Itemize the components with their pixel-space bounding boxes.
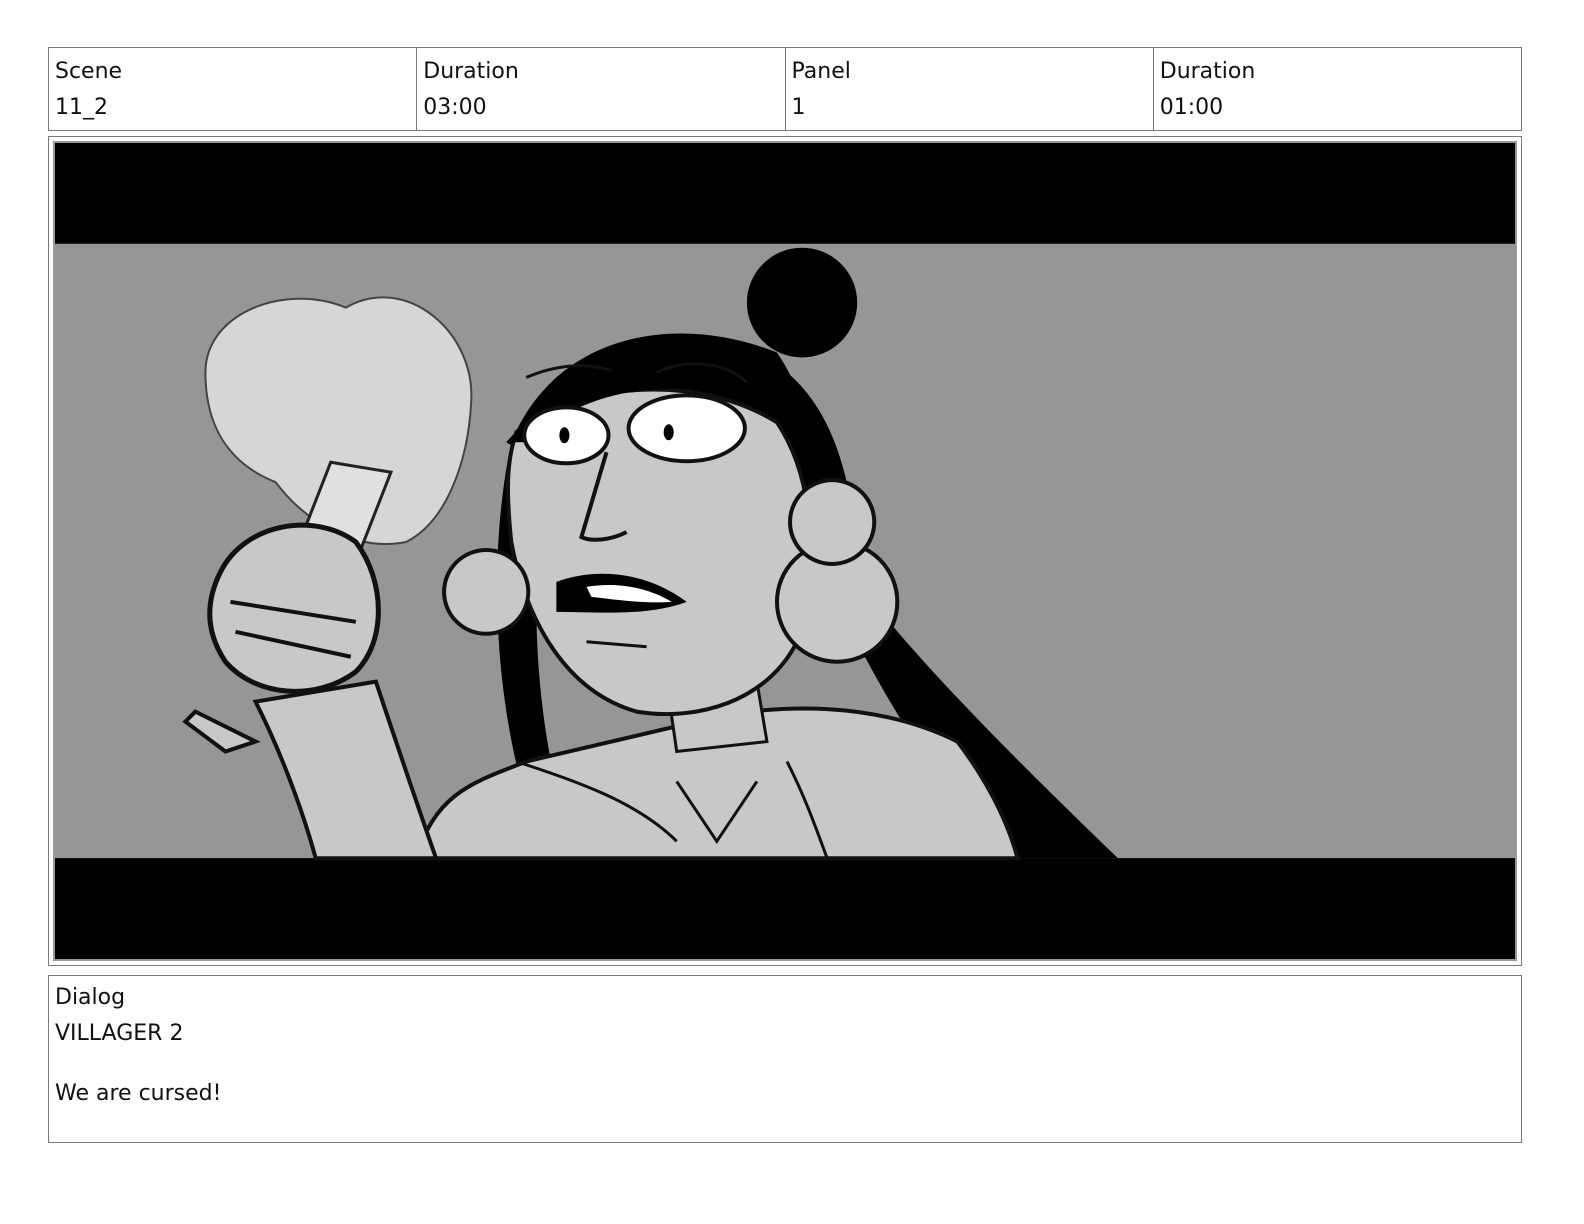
scene-cell: Scene 11_2 [49,48,418,130]
panel-sketch [55,143,1515,959]
scene-value: 11_2 [55,95,108,120]
dialog-box: Dialog VILLAGER 2 We are cursed! [48,975,1522,1143]
scene-label: Scene [55,59,123,84]
earring-left [442,548,531,636]
dialog-speaker: VILLAGER 2 [55,1021,184,1046]
ear-right [788,478,877,566]
panel-cell: Panel 1 [786,48,1154,130]
storyboard-panel-frame [48,136,1522,966]
panel-label: Panel [791,59,851,84]
scene-duration-value: 03:00 [423,95,487,120]
panel-info-table: Scene 11_2 Duration 03:00 Panel 1 Durati… [48,47,1522,131]
hair-bun [746,247,858,358]
dialog-label: Dialog [55,985,126,1010]
pupil-right [663,424,674,441]
scene-duration-label: Duration [423,59,519,84]
eye-right [626,393,747,464]
storyboard-panel-image [53,141,1517,961]
scene-duration-cell: Duration 03:00 [417,48,786,130]
letterbox-bottom [55,858,1515,959]
panel-duration-cell: Duration 01:00 [1154,48,1521,130]
panel-duration-value: 01:00 [1159,95,1224,120]
panel-value: 1 [791,95,806,120]
panel-duration-label: Duration [1159,59,1256,84]
letterbox-top [55,143,1515,244]
fist [207,522,381,694]
pupil-left [559,427,570,444]
dialog-line: We are cursed! [55,1081,222,1106]
